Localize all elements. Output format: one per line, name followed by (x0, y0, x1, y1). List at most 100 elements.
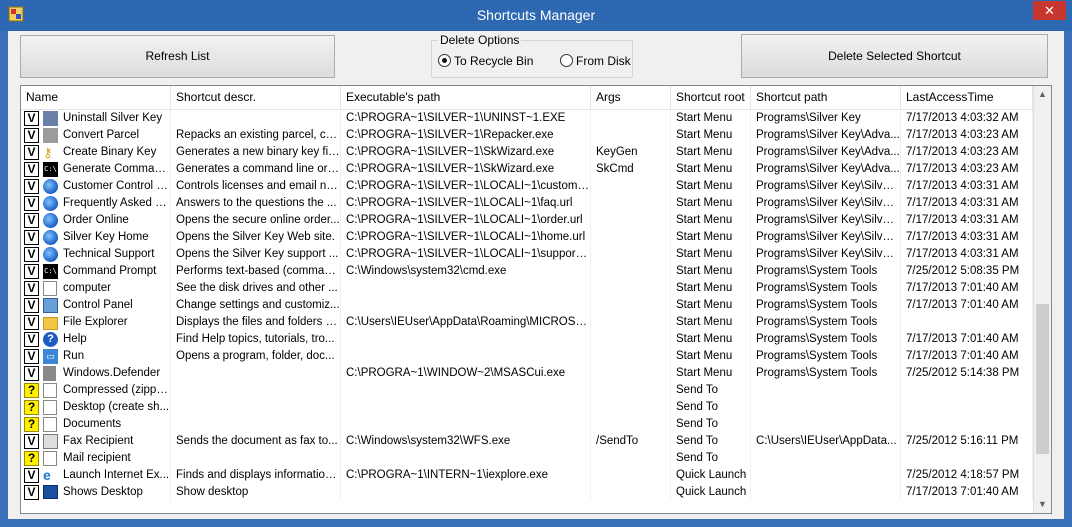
table-row[interactable]: ? Desktop (create sh... Send To (21, 399, 1033, 416)
table-row[interactable]: V C:\ Generate Command... Generates a comma… (21, 161, 1033, 178)
cell-path (341, 416, 591, 433)
close-button[interactable]: ✕ (1033, 1, 1066, 20)
cell-root: Start Menu (671, 314, 751, 331)
table-row[interactable]: V File Explorer Displays the files and fol… (21, 314, 1033, 331)
table-row[interactable]: V Control Panel Change settings and custom… (21, 297, 1033, 314)
table-row[interactable]: V Uninstall Silver Key C:\PROGRA~1\SILVER~… (21, 110, 1033, 127)
table-row[interactable]: V Frequently Asked Q... Answers to the que… (21, 195, 1033, 212)
valid-checkbox[interactable]: V (24, 230, 39, 245)
table-row[interactable]: V Customer Control P... Controls licenses … (21, 178, 1033, 195)
blank-icon (43, 281, 57, 296)
cell-spath: Programs\Silver Key\Silver... (751, 246, 901, 263)
table-row[interactable]: V Technical Support Opens the Silver Key s… (21, 246, 1033, 263)
cell-spath (751, 450, 901, 467)
column-header-root[interactable]: Shortcut root (671, 86, 751, 109)
cell-spath: Programs\Silver Key\Silver... (751, 195, 901, 212)
delete-selected-shortcut-button[interactable]: Delete Selected Shortcut (741, 34, 1048, 78)
cell-spath: Programs\Silver Key\Adva... (751, 127, 901, 144)
valid-checkbox[interactable]: V (24, 315, 39, 330)
table-row[interactable]: Ve Launch Internet Ex... Finds and display… (21, 467, 1033, 484)
shortcut-name: Convert Parcel (63, 129, 140, 141)
valid-checkbox[interactable]: V (24, 485, 39, 500)
valid-checkbox[interactable]: V (24, 145, 39, 160)
valid-checkbox[interactable]: V (24, 128, 39, 143)
shortcut-name: Help (63, 333, 87, 345)
table-row[interactable]: Vcomputer See the disk drives and other .… (21, 280, 1033, 297)
shortcut-name: Launch Internet Ex... (63, 469, 170, 481)
cell-path: C:\PROGRA~1\SILVER~1\UNINST~1.EXE (341, 110, 591, 127)
table-row[interactable]: ? Compressed (zippe... Send To (21, 382, 1033, 399)
delete-options-group: Delete Options To Recycle Bin From Disk (431, 33, 633, 78)
recycle-bin-radio[interactable]: To Recycle Bin (438, 54, 533, 68)
cell-args (591, 450, 671, 467)
column-header-time[interactable]: LastAccessTime (901, 86, 1033, 109)
valid-checkbox[interactable]: V (24, 281, 39, 296)
valid-checkbox[interactable]: V (24, 247, 39, 262)
unknown-status-icon[interactable]: ? (24, 400, 39, 415)
cell-spath: Programs\System Tools (751, 331, 901, 348)
delete-options-title: Delete Options (438, 33, 522, 47)
valid-checkbox[interactable]: V (24, 468, 39, 483)
scroll-up-icon[interactable]: ▲ (1034, 86, 1051, 103)
table-row[interactable]: V Windows.Defender C:\PROGRA~1\WINDOW~2\MS… (21, 365, 1033, 382)
defender-icon (43, 366, 56, 381)
scroll-down-icon[interactable]: ▼ (1034, 496, 1051, 513)
valid-checkbox[interactable]: V (24, 366, 39, 381)
blank-icon (43, 417, 57, 432)
table-row[interactable]: V Fax Recipient Sends the document as fax … (21, 433, 1033, 450)
table-row[interactable]: V C:\ Command Prompt Performs text-based (c… (21, 263, 1033, 280)
table-row[interactable]: V Convert Parcel Repacks an existing parce… (21, 127, 1033, 144)
valid-checkbox[interactable]: V (24, 298, 39, 313)
cell-time: 7/17/2013 4:03:23 AM (901, 144, 1033, 161)
blank-icon (43, 400, 57, 415)
table-row[interactable]: V Silver Key Home Opens the Silver Key Web… (21, 229, 1033, 246)
table-row[interactable]: ? Mail recipient Send To (21, 450, 1033, 467)
scroll-thumb[interactable] (1036, 304, 1049, 454)
from-disk-radio[interactable]: From Disk (560, 54, 631, 68)
valid-checkbox[interactable]: V (24, 196, 39, 211)
shortcut-name: computer (63, 282, 111, 294)
valid-checkbox[interactable]: V (24, 349, 39, 364)
table-row[interactable]: V ▭ Run Opens a program, folder, doc... Star… (21, 348, 1033, 365)
valid-checkbox[interactable]: V (24, 213, 39, 228)
column-header-name[interactable]: Name (21, 86, 171, 109)
cell-args (591, 297, 671, 314)
valid-checkbox[interactable]: V (24, 162, 39, 177)
folder-icon (43, 317, 58, 330)
cell-root: Start Menu (671, 365, 751, 382)
shortcut-name: Windows.Defender (63, 367, 161, 379)
unknown-status-icon[interactable]: ? (24, 451, 39, 466)
valid-checkbox[interactable]: V (24, 434, 39, 449)
column-header-path[interactable]: Executable's path (341, 86, 591, 109)
vertical-scrollbar[interactable]: ▲ ▼ (1033, 86, 1051, 513)
ie-icon: e (43, 467, 51, 483)
cell-root: Start Menu (671, 195, 751, 212)
cell-time: 7/17/2013 4:03:31 AM (901, 212, 1033, 229)
cell-spath: Programs\System Tools (751, 348, 901, 365)
table-row[interactable]: V Order Online Opens the secure online ord… (21, 212, 1033, 229)
cell-time (901, 399, 1033, 416)
valid-checkbox[interactable]: V (24, 111, 39, 126)
cell-name: ? Compressed (zippe... (21, 382, 171, 399)
shortcuts-list[interactable]: Name Shortcut descr. Executable's path A… (20, 85, 1052, 514)
refresh-list-button[interactable]: Refresh List (20, 35, 335, 78)
table-row[interactable]: V? Help Find Help topics, tutorials, tro..… (21, 331, 1033, 348)
cell-spath: Programs\System Tools (751, 314, 901, 331)
cell-args (591, 110, 671, 127)
cell-path: C:\PROGRA~1\WINDOW~2\MSASCui.exe (341, 365, 591, 382)
table-row[interactable]: ? Documents Send To (21, 416, 1033, 433)
table-row[interactable]: V ⚷ Create Binary Key Generates a new binar… (21, 144, 1033, 161)
unknown-status-icon[interactable]: ? (24, 383, 39, 398)
unknown-status-icon[interactable]: ? (24, 417, 39, 432)
valid-checkbox[interactable]: V (24, 332, 39, 347)
uninstall-icon (43, 111, 58, 126)
column-header-args[interactable]: Args (591, 86, 671, 109)
cell-name: V C:\ Command Prompt (21, 263, 171, 280)
valid-checkbox[interactable]: V (24, 179, 39, 194)
valid-checkbox[interactable]: V (24, 264, 39, 279)
list-rows: V Uninstall Silver Key C:\PROGRA~1\SILVER~… (21, 110, 1033, 501)
column-header-spath[interactable]: Shortcut path (751, 86, 901, 109)
column-header-descr[interactable]: Shortcut descr. (171, 86, 341, 109)
help-icon: ? (43, 332, 58, 347)
table-row[interactable]: V Shows Desktop Show desktop Quick Launch 7/… (21, 484, 1033, 501)
